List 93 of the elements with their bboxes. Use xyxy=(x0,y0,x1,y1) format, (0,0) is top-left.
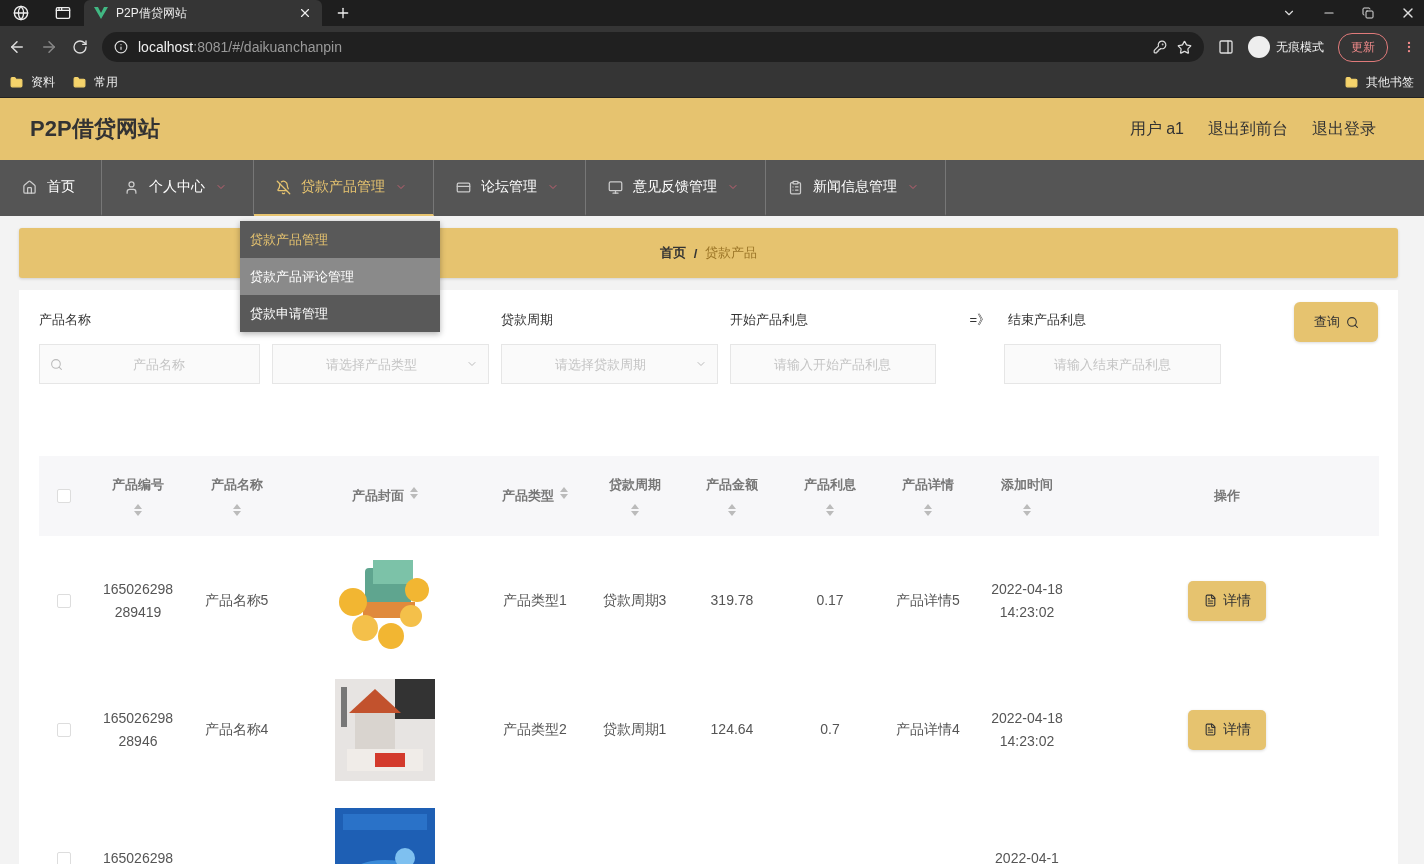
table-cell-text: 产品名称4 xyxy=(204,720,269,739)
filter-label: 产品名称 xyxy=(39,311,91,329)
filter-label: 结束产品利息 xyxy=(1008,311,1087,329)
key-icon[interactable] xyxy=(1153,40,1167,54)
incognito-avatar-icon[interactable] xyxy=(1248,36,1270,58)
range-arrow: =》 xyxy=(969,311,991,329)
table-cell-text: 2022-04-1 xyxy=(995,849,1059,864)
table-cell-text: 124.64 xyxy=(710,720,754,739)
nav-item[interactable]: 新闻信息管理 xyxy=(766,160,946,216)
bookmark-link[interactable]: 资料 xyxy=(31,74,55,91)
star-icon[interactable] xyxy=(1177,39,1192,55)
nav-icon xyxy=(22,179,37,195)
column-header[interactable]: 产品类型 xyxy=(502,487,554,505)
query-button[interactable]: 查询 xyxy=(1294,302,1378,342)
filter-label: 开始产品利息 xyxy=(730,311,808,329)
table-cell-text: 产品类型2 xyxy=(503,720,567,739)
filter-label: 贷款周期 xyxy=(501,311,553,329)
column-header[interactable]: 产品名称 xyxy=(210,476,263,494)
v-logo-icon xyxy=(94,7,108,19)
nav-icon xyxy=(276,179,291,195)
document-icon xyxy=(1203,723,1217,736)
checkbox[interactable] xyxy=(57,851,71,864)
breadcrumb-link[interactable]: 首页 xyxy=(659,244,686,262)
table-cell-text: 319.78 xyxy=(710,591,754,610)
breadcrumb-separator: / xyxy=(693,245,698,261)
site-title: P2P借贷网站 xyxy=(30,115,161,143)
column-header[interactable]: 贷款周期 xyxy=(608,476,661,494)
search-icon xyxy=(1345,315,1359,329)
table-cell-text: 产品详情5 xyxy=(896,591,960,610)
nav-label: 意见反馈管理 xyxy=(633,178,717,196)
address-field[interactable]: localhost:8081/#/daikuanchanpin xyxy=(102,32,1204,62)
close-icon[interactable] xyxy=(298,6,312,20)
column-header[interactable]: 产品编号 xyxy=(112,476,164,494)
update-button[interactable]: 更新 xyxy=(1338,32,1388,62)
table-cell-text: 产品类型1 xyxy=(503,591,567,610)
detail-button[interactable]: 详情 xyxy=(1188,709,1266,750)
table-cell-text: 2022-04-18 14:23:02 xyxy=(990,579,1064,622)
nav-icon xyxy=(456,179,471,195)
header-link[interactable]: 退出登录 xyxy=(1312,118,1376,140)
table-cell-text: 产品名称5 xyxy=(204,591,269,610)
side-panel-icon[interactable] xyxy=(1218,39,1234,55)
table-cell-text: 0.7 xyxy=(820,720,840,739)
column-header[interactable]: 添加时间 xyxy=(1001,476,1053,494)
table-cell-text: 贷款周期3 xyxy=(602,591,667,610)
tab-title: P2P借贷网站 xyxy=(116,4,188,22)
nav-label: 论坛管理 xyxy=(481,178,537,196)
column-header[interactable]: 产品金额 xyxy=(706,476,758,494)
header-link[interactable]: 退出到前台 xyxy=(1208,118,1288,140)
forward-icon[interactable] xyxy=(40,38,58,56)
folder-icon xyxy=(1345,76,1358,89)
breadcrumb-current: 贷款产品 xyxy=(705,244,758,262)
info-icon xyxy=(114,40,128,54)
table-cell-text: 165026298289419 xyxy=(101,579,175,622)
table-cell-text: 2022-04-18 14:23:02 xyxy=(990,708,1064,751)
url-text: localhost:8081/#/daikuanchanpin xyxy=(138,39,343,55)
restore-icon[interactable] xyxy=(1362,7,1374,19)
nav-item[interactable]: 论坛管理 xyxy=(434,160,586,216)
bookmark-link[interactable]: 常用 xyxy=(94,74,118,91)
nav-item[interactable]: 个人中心 xyxy=(102,160,254,216)
table-cell-text: 16502629828946 xyxy=(101,708,175,751)
table-cell-text: 贷款周期1 xyxy=(602,720,667,739)
checkbox[interactable] xyxy=(57,722,71,737)
nav-icon xyxy=(788,179,803,195)
column-header[interactable]: 产品利息 xyxy=(804,476,856,494)
column-header[interactable]: 操作 xyxy=(1214,487,1240,505)
nav-label: 新闻信息管理 xyxy=(813,178,897,196)
back-icon[interactable] xyxy=(8,38,26,56)
nav-label: 首页 xyxy=(47,178,75,196)
nav-icon xyxy=(608,179,623,195)
menu-item[interactable]: 贷款产品管理 xyxy=(240,221,440,258)
detail-button[interactable]: 详情 xyxy=(1188,580,1266,621)
document-icon xyxy=(1203,594,1217,607)
folder-icon xyxy=(73,76,86,89)
header-link[interactable]: 用户 a1 xyxy=(1129,118,1184,140)
browser-tab[interactable]: P2P借贷网站 xyxy=(84,0,322,26)
nav-item[interactable]: 意见反馈管理 xyxy=(586,160,766,216)
nav-icon xyxy=(124,179,139,195)
nav-label: 贷款产品管理 xyxy=(301,178,385,196)
profile-label: 无痕模式 xyxy=(1276,38,1324,56)
folder-icon xyxy=(10,76,23,89)
nav-label: 个人中心 xyxy=(149,178,205,196)
reload-icon[interactable] xyxy=(72,39,88,55)
menu-item[interactable]: 贷款申请管理 xyxy=(240,295,440,332)
bookmark-link[interactable]: 其他书签 xyxy=(1366,74,1414,91)
checkbox[interactable] xyxy=(57,489,71,503)
column-header[interactable]: 产品详情 xyxy=(902,476,954,494)
table-cell-text: 产品详情4 xyxy=(896,720,960,739)
table-cell-text: 165026298 xyxy=(102,849,174,864)
checkbox[interactable] xyxy=(57,593,71,608)
nav-item[interactable]: 贷款产品管理 xyxy=(254,160,434,216)
nav-item[interactable]: 首页 xyxy=(0,160,102,216)
table-cell-text: 0.17 xyxy=(816,591,844,610)
column-header[interactable]: 产品封面 xyxy=(352,487,404,505)
